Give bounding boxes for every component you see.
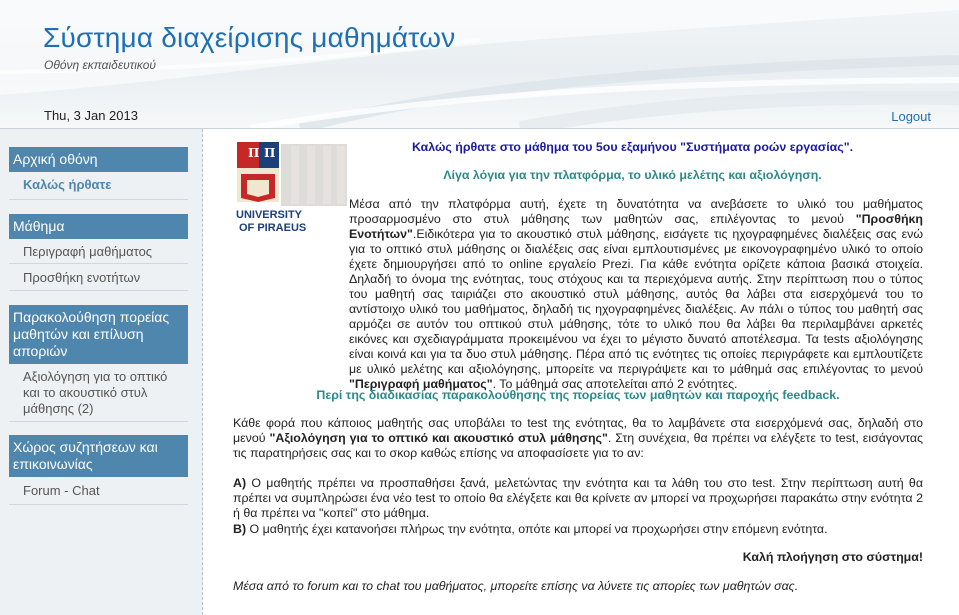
forum-note: Μέσα από το forum και το chat του μαθήμα… xyxy=(233,579,799,593)
closing-message: Καλή πλοήγηση στο σύστημα! xyxy=(742,550,923,564)
sidebar-divider xyxy=(9,199,188,200)
sidebar-divider xyxy=(9,504,188,505)
sidebar-divider xyxy=(9,290,188,291)
current-date: Thu, 3 Jan 2013 xyxy=(44,108,138,123)
svg-text:Π: Π xyxy=(248,146,259,160)
platform-description-paragraph: Μέσα από την πλατφόρμα αυτή, έχετε τη δυ… xyxy=(233,197,923,392)
logout-link[interactable]: Logout xyxy=(891,109,931,124)
welcome-message: Καλώς ήρθατε στο μάθημα του 5ου εξαμήνου… xyxy=(360,140,905,154)
paragraph-indent: Μέσα από την πλατφόρμα αυτή, έχετε τη δυ… xyxy=(233,197,923,392)
sidebar: Αρχική οθόνη Καλώς ήρθατε Μάθημα Περιγρα… xyxy=(0,129,203,615)
sidebar-item-course-description[interactable]: Περιγραφή μαθήματος xyxy=(23,244,183,260)
site-subtitle: Οθόνη εκπαιδευτικού xyxy=(44,58,156,72)
header-banner: Σύστημα διαχείρισης μαθημάτων Οθόνη εκπα… xyxy=(0,0,959,128)
sidebar-heading-discussion: Χώρος συζητήσεων και επικοινωνίας xyxy=(9,435,188,477)
sidebar-item-add-units[interactable]: Προσθήκη ενοτήτων xyxy=(23,270,183,286)
sidebar-heading-progress-tracking: Παρακολούθηση πορείας μαθητών και επίλυσ… xyxy=(9,305,188,364)
intro-heading-text: Λίγα λόγια για την πλατφόρμα, το υλικό μ… xyxy=(443,168,822,182)
option-b-paragraph: B) Ο μαθητής έχει κατανοήσει πλήρως την … xyxy=(233,522,923,537)
site-title: Σύστημα διαχείρισης μαθημάτων xyxy=(43,22,456,53)
option-a-paragraph: A) Ο μαθητής πρέπει να προσπαθήσει ξανά,… xyxy=(233,476,923,521)
welcome-text: Καλώς ήρθατε στο μάθημα του 5ου εξαμήνου… xyxy=(411,140,854,154)
tracking-heading: Περί της διαδικασίας παρακολούθησης της … xyxy=(316,388,840,402)
sidebar-heading-home: Αρχική οθόνη xyxy=(9,147,188,172)
menu-reference-assessment: "Αξιολόγηση για το οπτικό και ακουστικό … xyxy=(269,431,608,445)
option-b-text: Ο μαθητής έχει κατανοήσει πλήρως την ενό… xyxy=(246,522,828,536)
sidebar-divider xyxy=(9,263,188,264)
intro-heading: Λίγα λόγια για την πλατφόρμα, το υλικό μ… xyxy=(360,168,905,182)
option-b-label: B) xyxy=(233,522,247,536)
option-a-label: A) xyxy=(233,476,247,490)
sidebar-item-forum-chat[interactable]: Forum - Chat xyxy=(23,483,183,499)
paragraph-text: .Ειδικότερα για το ακουστικό στυλ μάθηση… xyxy=(349,227,923,376)
option-a-text: Ο μαθητής πρέπει να προσπαθήσει ξανά, με… xyxy=(233,476,923,520)
sidebar-divider xyxy=(9,421,188,422)
tracking-description-paragraph: Κάθε φορά που κάποιος μαθητής σας υποβάλ… xyxy=(233,416,923,461)
svg-text:Π: Π xyxy=(264,146,275,160)
sidebar-item-welcome[interactable]: Καλώς ήρθατε xyxy=(23,177,183,193)
sidebar-item-learning-style-assessment[interactable]: Αξιολόγηση για το οπτικό και το ακουστικ… xyxy=(23,369,183,417)
sidebar-heading-course: Μάθημα xyxy=(9,214,188,239)
paragraph-text: Μέσα από την πλατφόρμα αυτή, έχετε τη δυ… xyxy=(349,197,923,226)
